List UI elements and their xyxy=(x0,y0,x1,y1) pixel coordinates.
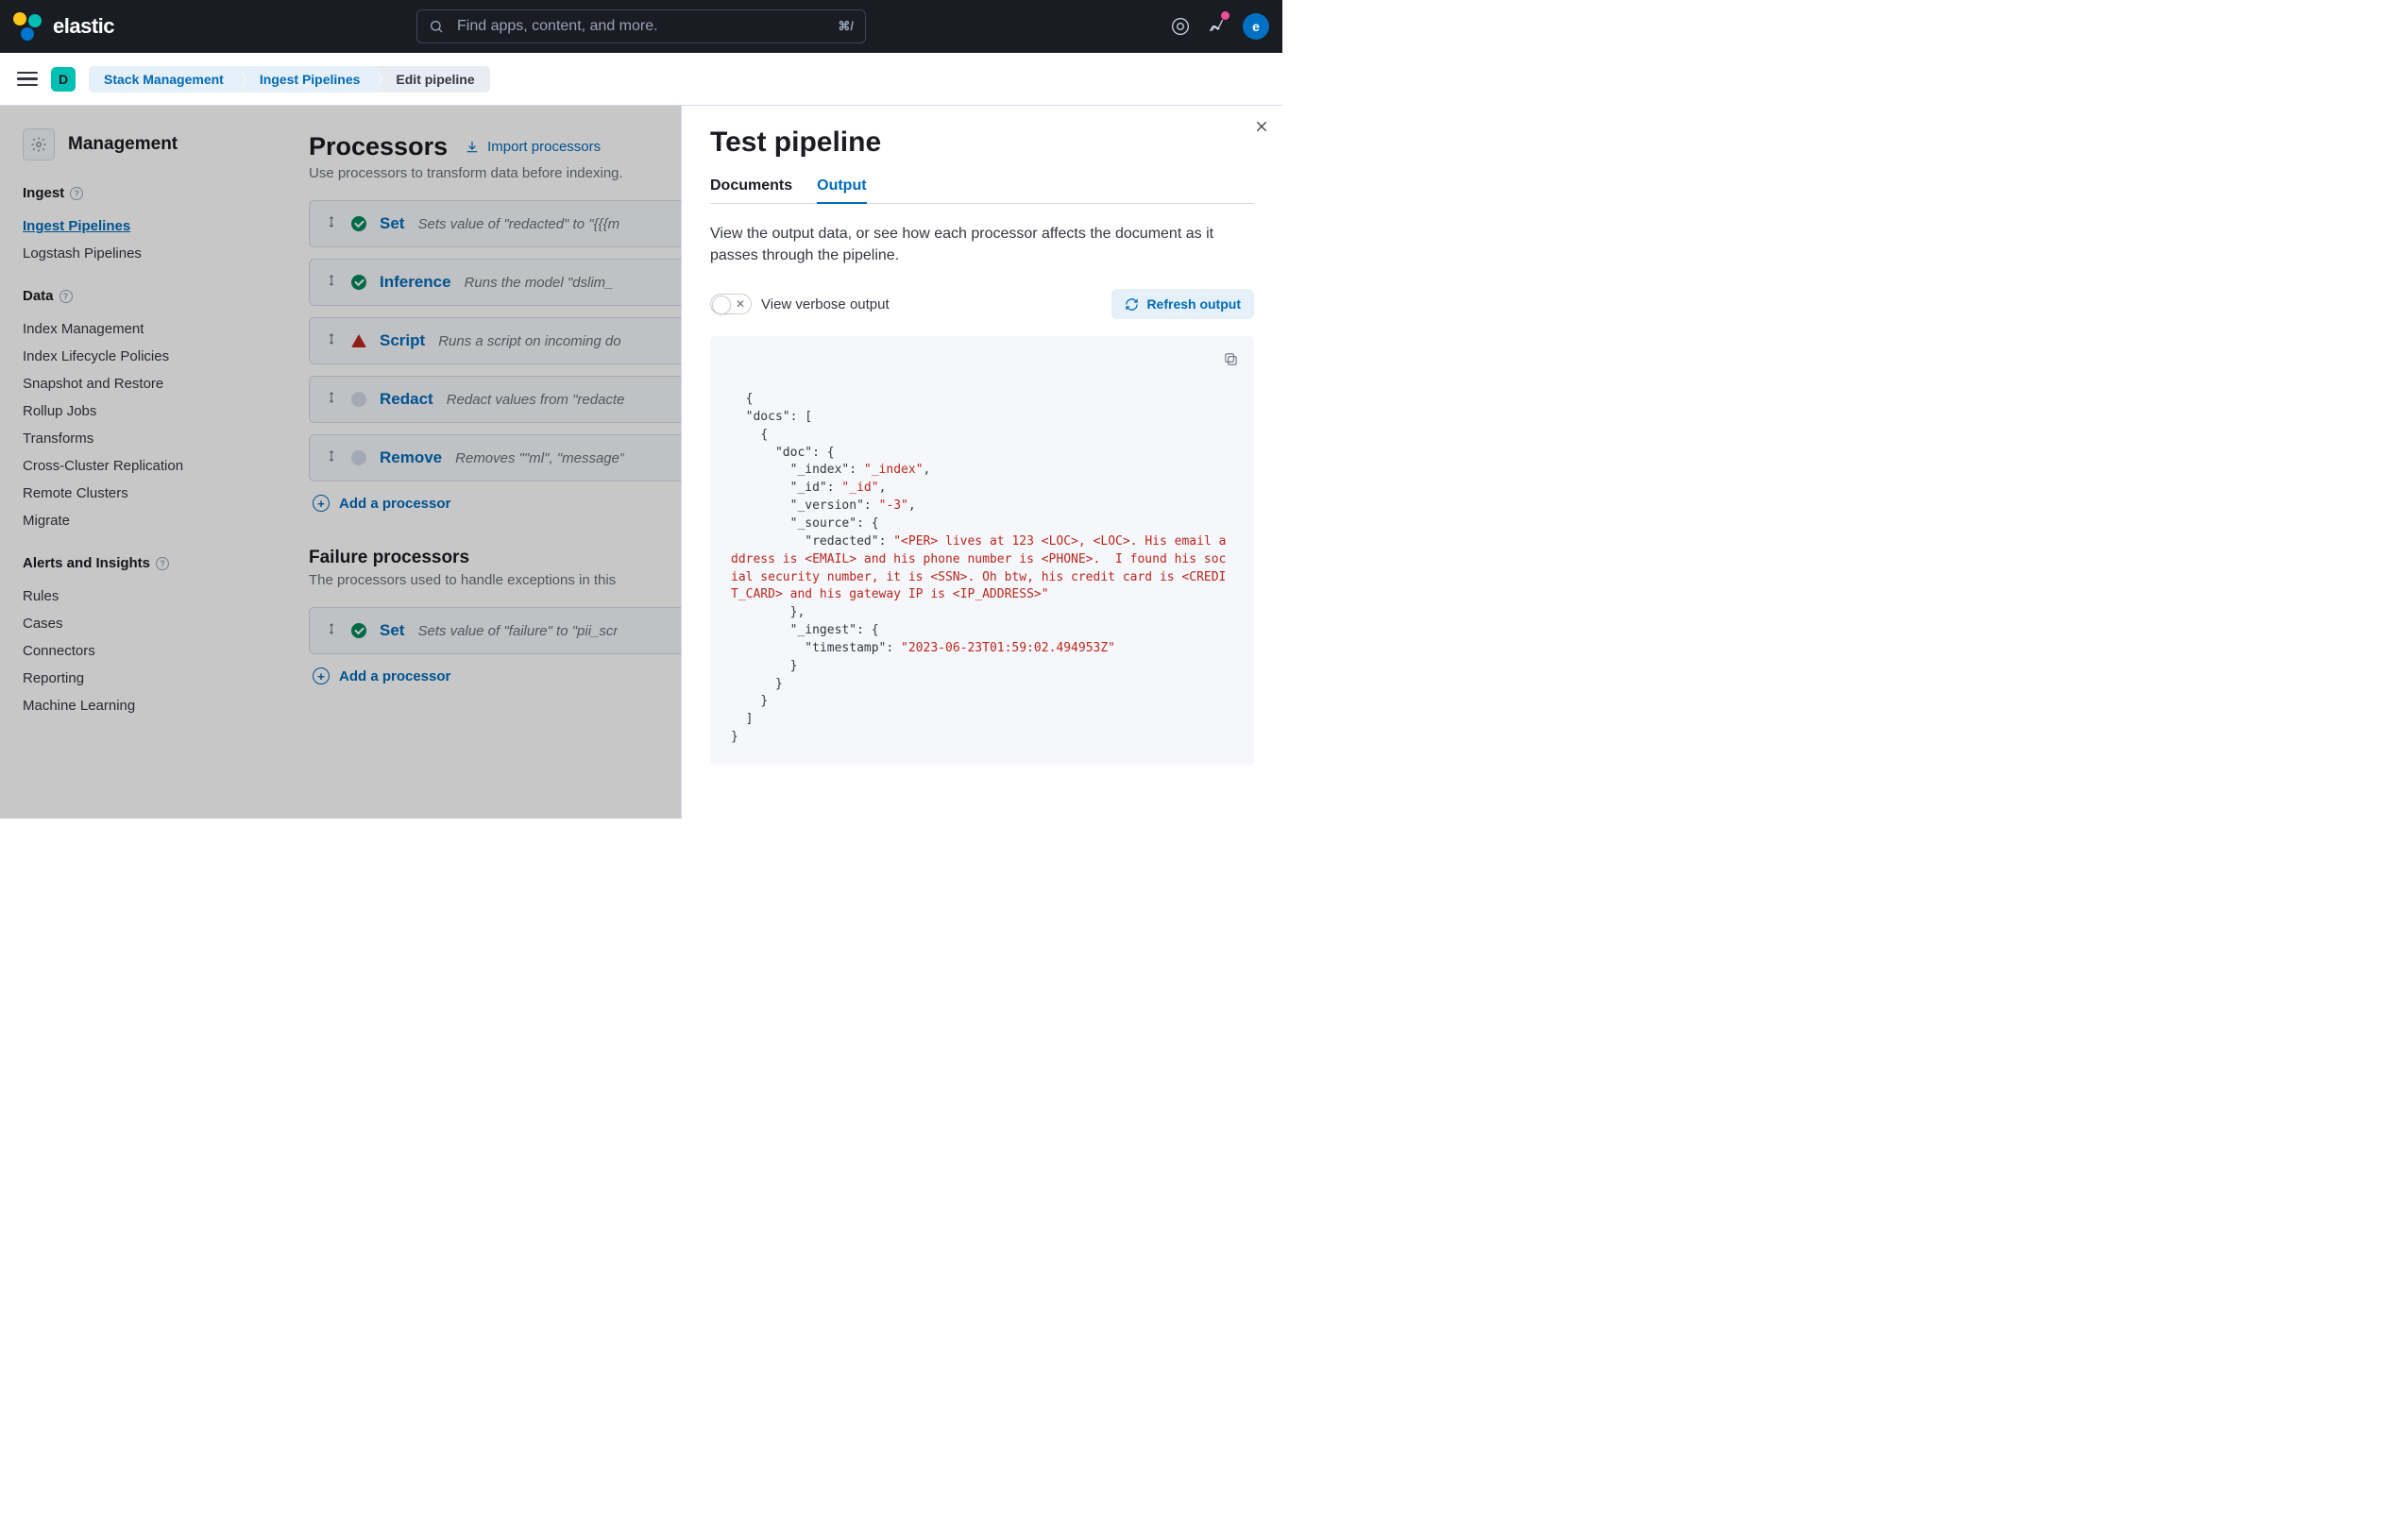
processor-name[interactable]: Inference xyxy=(380,273,451,292)
status-warn-icon xyxy=(351,334,366,347)
sidebar-item[interactable]: Reporting xyxy=(23,665,260,692)
status-ok-icon xyxy=(351,623,366,638)
drag-handle-icon[interactable] xyxy=(325,274,338,292)
plus-icon: + xyxy=(313,667,330,684)
help-icon[interactable] xyxy=(59,290,73,303)
flyout-description: View the output data, or see how each pr… xyxy=(710,223,1254,266)
flyout-title: Test pipeline xyxy=(710,127,1254,159)
sidebar-item[interactable]: Rules xyxy=(23,583,260,610)
sidebar-item[interactable]: Migrate xyxy=(23,507,260,534)
sidebar-group-heading: Ingest xyxy=(23,185,260,201)
close-flyout-button[interactable] xyxy=(1254,119,1269,139)
breadcrumb-item[interactable]: Stack Management xyxy=(89,66,239,93)
global-header: elastic Find apps, content, and more. ⌘/… xyxy=(0,0,1282,53)
search-placeholder: Find apps, content, and more. xyxy=(457,18,824,35)
status-ok-icon xyxy=(351,216,366,231)
processor-name[interactable]: Redact xyxy=(380,390,433,409)
search-icon xyxy=(429,19,444,34)
sidebar-item[interactable]: Machine Learning xyxy=(23,692,260,719)
verbose-toggle-label: View verbose output xyxy=(761,296,890,312)
close-icon: ✕ xyxy=(736,297,745,311)
help-icon[interactable] xyxy=(70,187,83,200)
tab-output[interactable]: Output xyxy=(817,170,866,204)
management-sidebar: Management Ingest Ingest PipelinesLogstas… xyxy=(0,106,279,819)
drag-handle-icon[interactable] xyxy=(325,622,338,640)
sidebar-item[interactable]: Cross-Cluster Replication xyxy=(23,452,260,480)
menu-toggle-button[interactable] xyxy=(17,68,38,91)
space-selector[interactable]: D xyxy=(51,67,76,92)
processor-description: Removes ""ml", "message" xyxy=(455,450,624,466)
plus-icon: + xyxy=(313,495,330,512)
drag-handle-icon[interactable] xyxy=(325,391,338,409)
status-ok-icon xyxy=(351,275,366,290)
breadcrumb-item[interactable]: Ingest Pipelines xyxy=(239,66,376,93)
sidebar-group-heading: Alerts and Insights xyxy=(23,555,260,571)
flyout-tabs: Documents Output xyxy=(710,170,1254,204)
sidebar-item[interactable]: Rollup Jobs xyxy=(23,397,260,425)
verbose-output-toggle[interactable]: ✕ xyxy=(710,294,752,314)
processor-description: Runs a script on incoming do xyxy=(438,333,620,349)
section-title: Processors xyxy=(309,132,448,161)
secondary-header: D Stack ManagementIngest PipelinesEdit p… xyxy=(0,53,1282,106)
processor-description: Sets value of "failure" to "pii_scr xyxy=(417,623,618,639)
sidebar-item[interactable]: Logstash Pipelines xyxy=(23,240,260,267)
tab-documents[interactable]: Documents xyxy=(710,170,792,203)
sidebar-item[interactable]: Transforms xyxy=(23,425,260,452)
drag-handle-icon[interactable] xyxy=(325,449,338,467)
processor-description: Redact values from "redacte xyxy=(447,392,625,408)
refresh-icon xyxy=(1125,297,1139,312)
help-icon[interactable] xyxy=(156,557,169,570)
brand-text: elastic xyxy=(53,14,114,39)
drag-handle-icon[interactable] xyxy=(325,215,338,233)
sidebar-item[interactable]: Remote Clusters xyxy=(23,480,260,507)
processor-name[interactable]: Set xyxy=(380,621,404,640)
brand-logo[interactable]: elastic xyxy=(13,12,114,41)
breadcrumb: Stack ManagementIngest PipelinesEdit pip… xyxy=(89,66,490,93)
test-pipeline-flyout: Test pipeline Documents Output View the o… xyxy=(681,106,1282,819)
sidebar-item[interactable]: Index Management xyxy=(23,315,260,343)
drag-handle-icon[interactable] xyxy=(325,332,338,350)
processor-description: Sets value of "redacted" to "{{{m xyxy=(417,216,619,232)
user-avatar[interactable]: e xyxy=(1243,13,1269,40)
help-icon[interactable] xyxy=(1171,17,1190,36)
output-code-panel: { "docs": [ { "doc": { "_index": "_index… xyxy=(710,336,1254,766)
import-processors-button[interactable]: Import processors xyxy=(465,139,601,155)
processor-description: Runs the model "dslim_ xyxy=(465,275,614,291)
search-shortcut: ⌘/ xyxy=(838,19,854,34)
global-search[interactable]: Find apps, content, and more. ⌘/ xyxy=(416,9,866,43)
copy-output-button[interactable] xyxy=(1223,351,1239,374)
sidebar-item[interactable]: Connectors xyxy=(23,637,260,665)
sidebar-group-heading: Data xyxy=(23,288,260,304)
sidebar-item[interactable]: Cases xyxy=(23,610,260,637)
status-idle-icon xyxy=(351,392,366,407)
breadcrumb-item: Edit pipeline xyxy=(375,66,489,93)
status-idle-icon xyxy=(351,450,366,465)
sidebar-item[interactable]: Snapshot and Restore xyxy=(23,370,260,397)
refresh-output-button[interactable]: Refresh output xyxy=(1111,289,1254,319)
logo-mark-icon xyxy=(13,12,42,41)
sidebar-item[interactable]: Ingest Pipelines xyxy=(23,212,260,240)
sidebar-item[interactable]: Index Lifecycle Policies xyxy=(23,343,260,370)
notification-dot-icon xyxy=(1221,11,1229,20)
news-icon[interactable] xyxy=(1207,15,1226,39)
sidebar-title: Management xyxy=(68,134,178,155)
processor-name[interactable]: Script xyxy=(380,331,425,350)
gear-icon xyxy=(23,128,55,160)
processor-name[interactable]: Remove xyxy=(380,448,442,467)
download-icon xyxy=(465,140,480,155)
processor-name[interactable]: Set xyxy=(380,214,404,233)
